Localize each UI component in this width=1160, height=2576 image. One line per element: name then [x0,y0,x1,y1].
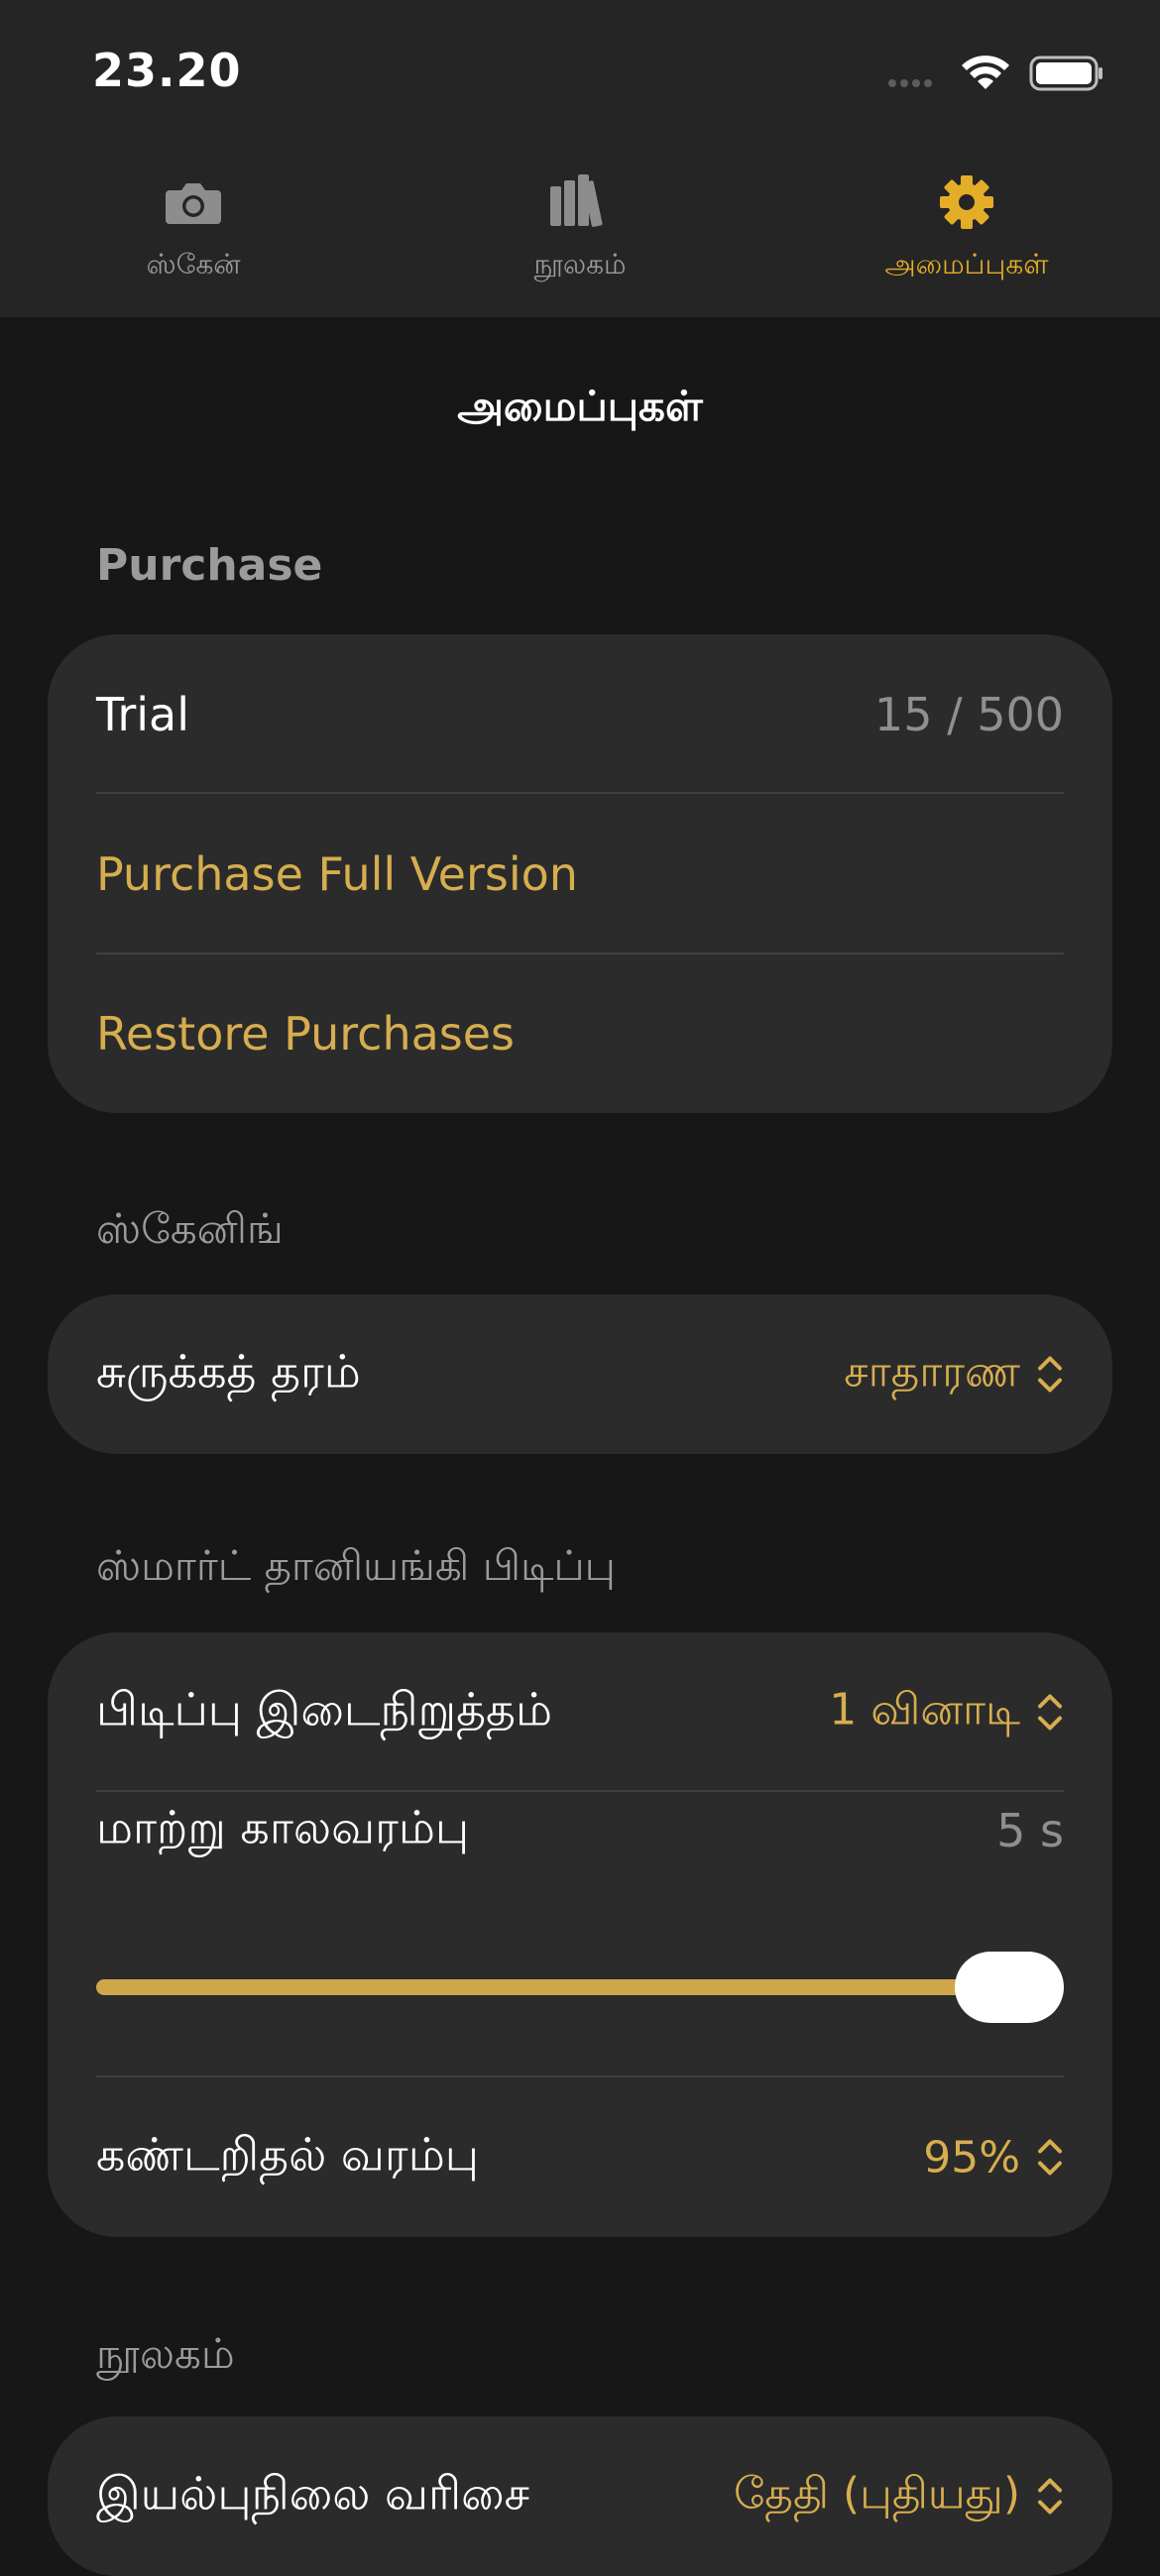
tab-bar: ஸ்கேன் நூலகம் அமைப்புகள் [0,159,1160,297]
detection-threshold-label: கண்டறிதல் வரம்பு [96,2127,479,2181]
detection-threshold-value: 95% [923,2132,1020,2183]
section-header-purchase: Purchase [96,540,323,591]
section-header-scanning: ஸ்கேனிங் [96,1204,284,1253]
wifi-icon [962,56,1009,89]
capture-pause-label: பிடிப்பு இடைநிறுத்தம் [96,1682,553,1736]
cellular-signal-icon [888,79,932,87]
timeout-slider[interactable] [96,1948,1064,2027]
trial-label: Trial [96,687,189,741]
library-icon [550,174,603,227]
scanning-card: சுருக்கத் தரம் சாதாரண [48,1294,1112,1454]
camera-icon [166,183,221,224]
chevron-up-down-icon [1038,1694,1062,1731]
purchase-full-version-button[interactable]: Purchase Full Version [96,794,1064,953]
compression-quality-picker[interactable]: சாதாரண [844,1346,1064,1402]
timeout-value: 5 s [996,1804,1064,1857]
smart-capture-card: பிடிப்பு இடைநிறுத்தம் 1 வினாடி மாற்று கா… [48,1632,1112,2237]
detection-threshold-picker[interactable]: 95% [923,2132,1064,2183]
trial-count: 15 / 500 [873,687,1064,741]
default-sort-picker[interactable]: தேதி (புதியது) [734,2468,1064,2524]
tab-settings[interactable]: அமைப்புகள் [773,159,1160,297]
tab-library-label: நூலகம் [533,248,627,280]
detection-threshold-row[interactable]: கண்டறிதல் வரம்பு 95% [96,2077,1064,2237]
page-title: அமைப்புகள் [457,382,703,430]
default-sort-row[interactable]: இயல்புநிலை வரிசை தேதி (புதியது) [96,2416,1064,2576]
timeout-label: மாற்று காலவரம்பு [96,1800,470,1854]
default-sort-value: தேதி (புதியது) [734,2468,1020,2519]
chevron-up-down-icon [1038,1356,1062,1393]
compression-quality-label: சுருக்கத் தரம் [96,1344,361,1398]
capture-pause-row[interactable]: பிடிப்பு இடைநிறுத்தம் 1 வினாடி [96,1632,1064,1792]
default-sort-label: இயல்புநிலை வரிசை [96,2466,530,2520]
section-header-library: நூலகம் [96,2329,235,2378]
compression-quality-value: சாதாரண [844,1346,1020,1397]
restore-purchases-button[interactable]: Restore Purchases [96,953,1064,1113]
status-icons [888,56,1102,91]
tab-library[interactable]: நூலகம் [387,159,773,297]
slider-thumb[interactable] [955,1952,1064,2023]
chevron-up-down-icon [1038,2139,1062,2176]
library-card: இயல்புநிலை வரிசை தேதி (புதியது) [48,2416,1112,2576]
capture-pause-picker[interactable]: 1 வினாடி [829,1684,1064,1740]
tab-scan[interactable]: ஸ்கேன் [0,159,387,297]
slider-fill [96,1979,1009,1995]
battery-icon [1029,56,1102,91]
top-bar: 23.20 ஸ்கேன் நூலகம் அமைப்புகள் [0,0,1160,317]
restore-purchases-label: Restore Purchases [96,1006,516,1061]
trial-row: Trial 15 / 500 [96,634,1064,794]
section-header-smart-capture: ஸ்மார்ட் தானியங்கி பிடிப்பு [96,1541,616,1590]
tab-scan-label: ஸ்கேன் [146,248,241,280]
timeout-row: மாற்று காலவரம்பு 5 s [96,1771,1064,1890]
tab-settings-label: அமைப்புகள் [884,248,1049,280]
compression-quality-row[interactable]: சுருக்கத் தரம் சாதாரண [96,1294,1064,1454]
chevron-up-down-icon [1038,2478,1062,2515]
purchase-full-version-label: Purchase Full Version [96,846,578,901]
status-time: 23.20 [92,44,242,97]
capture-pause-value: 1 வினாடி [829,1684,1020,1735]
gear-icon [940,175,993,229]
purchase-card: Trial 15 / 500 Purchase Full Version Res… [48,634,1112,1113]
